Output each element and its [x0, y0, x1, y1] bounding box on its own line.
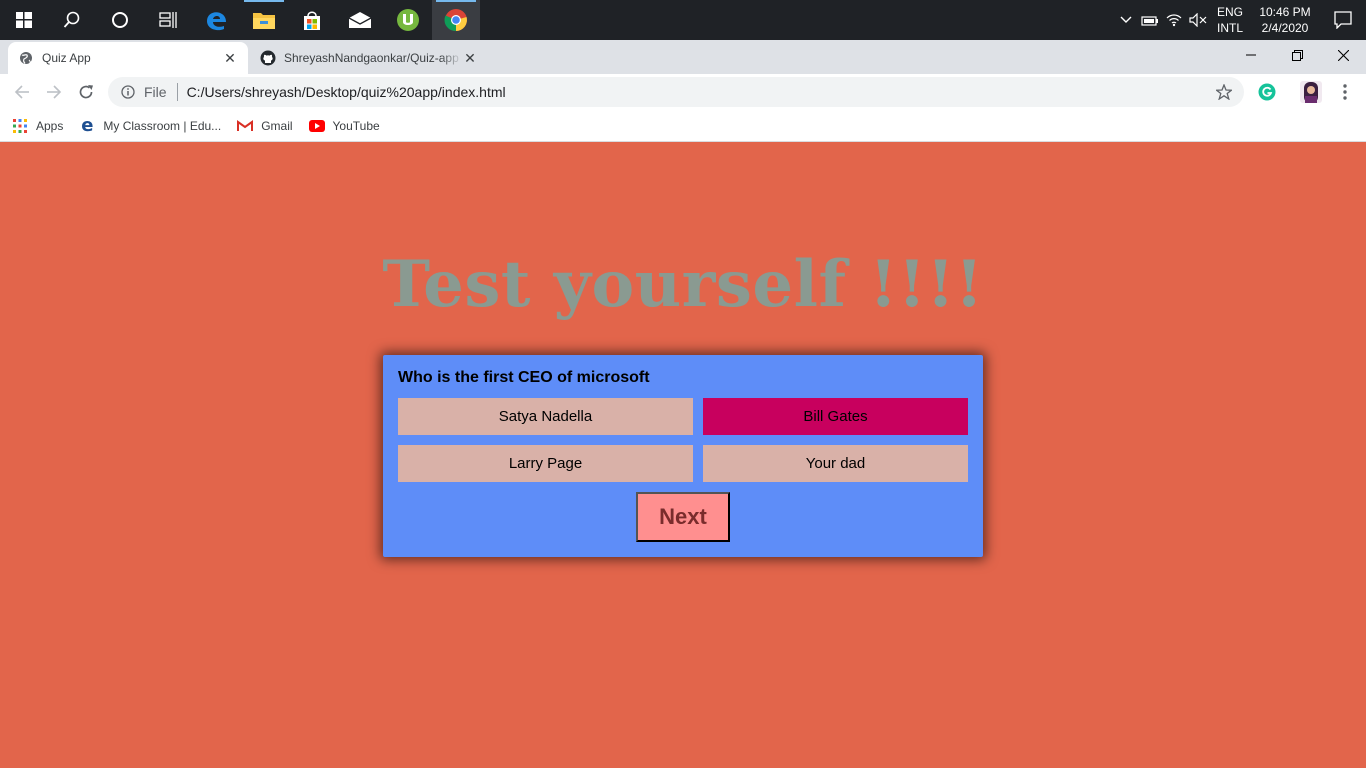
battery-icon[interactable] [1138, 0, 1162, 40]
answer-button[interactable]: Your dad [703, 445, 968, 482]
chevron-up-icon[interactable] [1114, 0, 1138, 40]
chrome-icon[interactable] [432, 0, 480, 40]
bookmark-label: YouTube [332, 118, 380, 133]
answer-button[interactable]: Larry Page [398, 445, 693, 482]
bookmark-star-icon[interactable] [1212, 80, 1236, 104]
info-icon[interactable] [118, 82, 138, 102]
clock[interactable]: 10:46 PM 2/4/2020 [1250, 4, 1320, 36]
next-button[interactable]: Next [636, 492, 730, 542]
tab-github[interactable]: ShreyashNandgaonkar/Quiz-app ✕ [250, 42, 488, 74]
notification-center-icon[interactable] [1320, 0, 1366, 40]
edureka-icon: e [81, 115, 94, 136]
bookmark-label: Apps [36, 118, 64, 133]
gmail-icon [237, 118, 254, 134]
url-scheme-label: File [144, 84, 167, 100]
edge-icon[interactable] [192, 0, 240, 40]
input-language[interactable]: ENG INTL [1210, 4, 1250, 36]
task-view-icon[interactable] [144, 0, 192, 40]
address-bar[interactable]: File C:/Users/shreyash/Desktop/quiz%20ap… [108, 77, 1244, 107]
question-text: Who is the first CEO of microsoft [398, 369, 650, 386]
utorrent-icon[interactable] [384, 0, 432, 40]
url-text[interactable]: C:/Users/shreyash/Desktop/quiz%20app/ind… [187, 84, 1212, 100]
system-tray: ENG INTL 10:46 PM 2/4/2020 [1114, 0, 1366, 40]
answer-button-selected[interactable]: Bill Gates [703, 398, 968, 435]
volume-muted-icon[interactable] [1186, 0, 1210, 40]
bookmarks-bar: Apps e My Classroom | Edu... Gmail YouTu… [0, 110, 1366, 142]
bookmark-label: My Classroom | Edu... [103, 118, 222, 133]
grammarly-extension-icon[interactable] [1254, 79, 1280, 105]
file-explorer-icon[interactable] [240, 0, 288, 40]
page-heading: Test yourself !!!! [382, 247, 984, 322]
answer-grid: Satya Nadella Bill Gates Larry Page Your… [398, 398, 968, 482]
bookmark-youtube[interactable]: YouTube [308, 113, 380, 139]
tab-strip: Quiz App ✕ ShreyashNandgaonkar/Quiz-app … [0, 40, 1366, 103]
page-content: Test yourself !!!! Who is the first CEO … [0, 143, 1366, 768]
bookmark-apps[interactable]: Apps [12, 113, 63, 139]
chrome-menu-icon[interactable] [1332, 79, 1358, 105]
lang-line-1: ENG [1216, 5, 1243, 19]
tab-title: Quiz App [42, 51, 91, 65]
bookmark-gmail[interactable]: Gmail [237, 113, 293, 139]
tab-quiz-app[interactable]: Quiz App ✕ [8, 42, 248, 74]
browser-toolbar: File C:/Users/shreyash/Desktop/quiz%20ap… [0, 74, 1366, 110]
mail-icon[interactable] [336, 0, 384, 40]
globe-icon [18, 50, 34, 66]
back-button[interactable] [8, 78, 36, 106]
tab-title: ShreyashNandgaonkar/Quiz-app [284, 51, 459, 65]
profile-avatar[interactable] [1298, 79, 1324, 105]
cortana-icon[interactable] [96, 0, 144, 40]
windows-taskbar: ENG INTL 10:46 PM 2/4/2020 [0, 0, 1366, 40]
clock-date: 2/4/2020 [1261, 21, 1309, 35]
forward-button[interactable] [40, 78, 68, 106]
reload-button[interactable] [72, 78, 100, 106]
close-tab-icon[interactable]: ✕ [222, 50, 238, 66]
youtube-icon [308, 118, 325, 134]
url-divider [176, 83, 178, 101]
minimize-button[interactable] [1228, 40, 1274, 70]
github-icon [260, 50, 276, 66]
close-tab-icon[interactable]: ✕ [462, 50, 478, 66]
answer-button[interactable]: Satya Nadella [398, 398, 693, 435]
lang-line-2: INTL [1216, 21, 1243, 35]
apps-grid-icon [12, 118, 28, 134]
wifi-icon[interactable] [1162, 0, 1186, 40]
bookmark-label: Gmail [261, 118, 293, 133]
windows-start-icon[interactable] [0, 0, 48, 40]
restore-button[interactable] [1274, 40, 1320, 70]
search-icon[interactable] [48, 0, 96, 40]
bookmark-my-classroom[interactable]: e My Classroom | Edu... [79, 113, 221, 139]
store-icon[interactable] [288, 0, 336, 40]
close-window-button[interactable] [1320, 40, 1366, 70]
clock-time: 10:46 PM [1259, 5, 1311, 19]
quiz-card: Who is the first CEO of microsoft Satya … [383, 355, 983, 557]
